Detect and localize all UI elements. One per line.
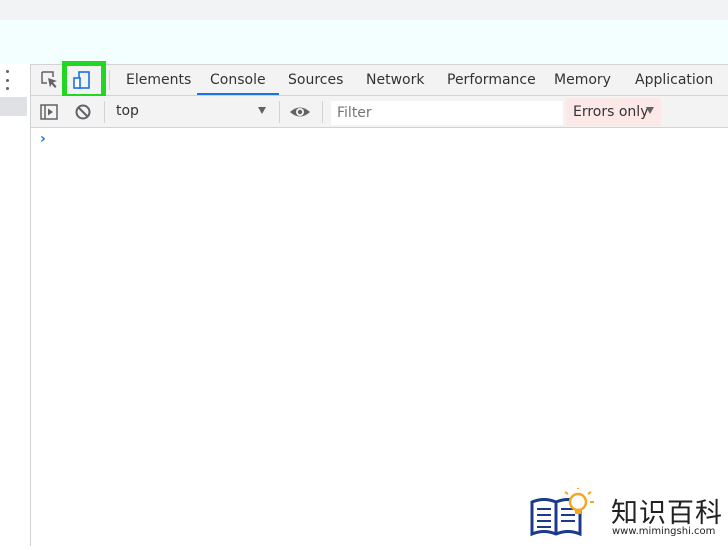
tab-console[interactable]: Console <box>197 64 279 96</box>
tab-elements[interactable]: Elements <box>126 64 191 96</box>
page-viewport <box>0 20 728 64</box>
left-panel-selected-row <box>0 97 27 116</box>
browser-top-bar <box>0 0 728 20</box>
tab-separator <box>109 70 110 90</box>
chevron-down-icon[interactable] <box>258 107 266 114</box>
toolbar-separator <box>322 101 323 123</box>
console-prompt[interactable]: › <box>40 131 46 147</box>
watermark-title: 知识百科 <box>611 498 723 529</box>
live-expression-eye-icon[interactable] <box>289 101 311 123</box>
filter-input[interactable] <box>331 101 563 125</box>
tab-network[interactable]: Network <box>366 64 424 96</box>
log-levels-label: Errors only <box>573 104 649 120</box>
kebab-menu-icon[interactable] <box>2 70 12 90</box>
show-console-sidebar-icon[interactable] <box>38 101 60 123</box>
inspect-element-icon[interactable] <box>39 69 61 91</box>
context-selector[interactable]: top <box>116 103 139 119</box>
book-lightbulb-logo-icon <box>530 486 594 537</box>
left-panel-strip <box>0 64 31 546</box>
tab-performance[interactable]: Performance <box>447 64 536 96</box>
tab-sources[interactable]: Sources <box>288 64 343 96</box>
clear-console-icon[interactable] <box>72 101 94 123</box>
toolbar-separator <box>104 101 105 123</box>
watermark-url: www.mimingshi.com <box>612 526 716 537</box>
tab-memory[interactable]: Memory <box>554 64 611 96</box>
toolbar-separator <box>279 101 280 123</box>
chevron-down-icon[interactable] <box>646 107 654 114</box>
tab-application[interactable]: Application <box>635 64 713 96</box>
highlight-box <box>62 61 106 99</box>
